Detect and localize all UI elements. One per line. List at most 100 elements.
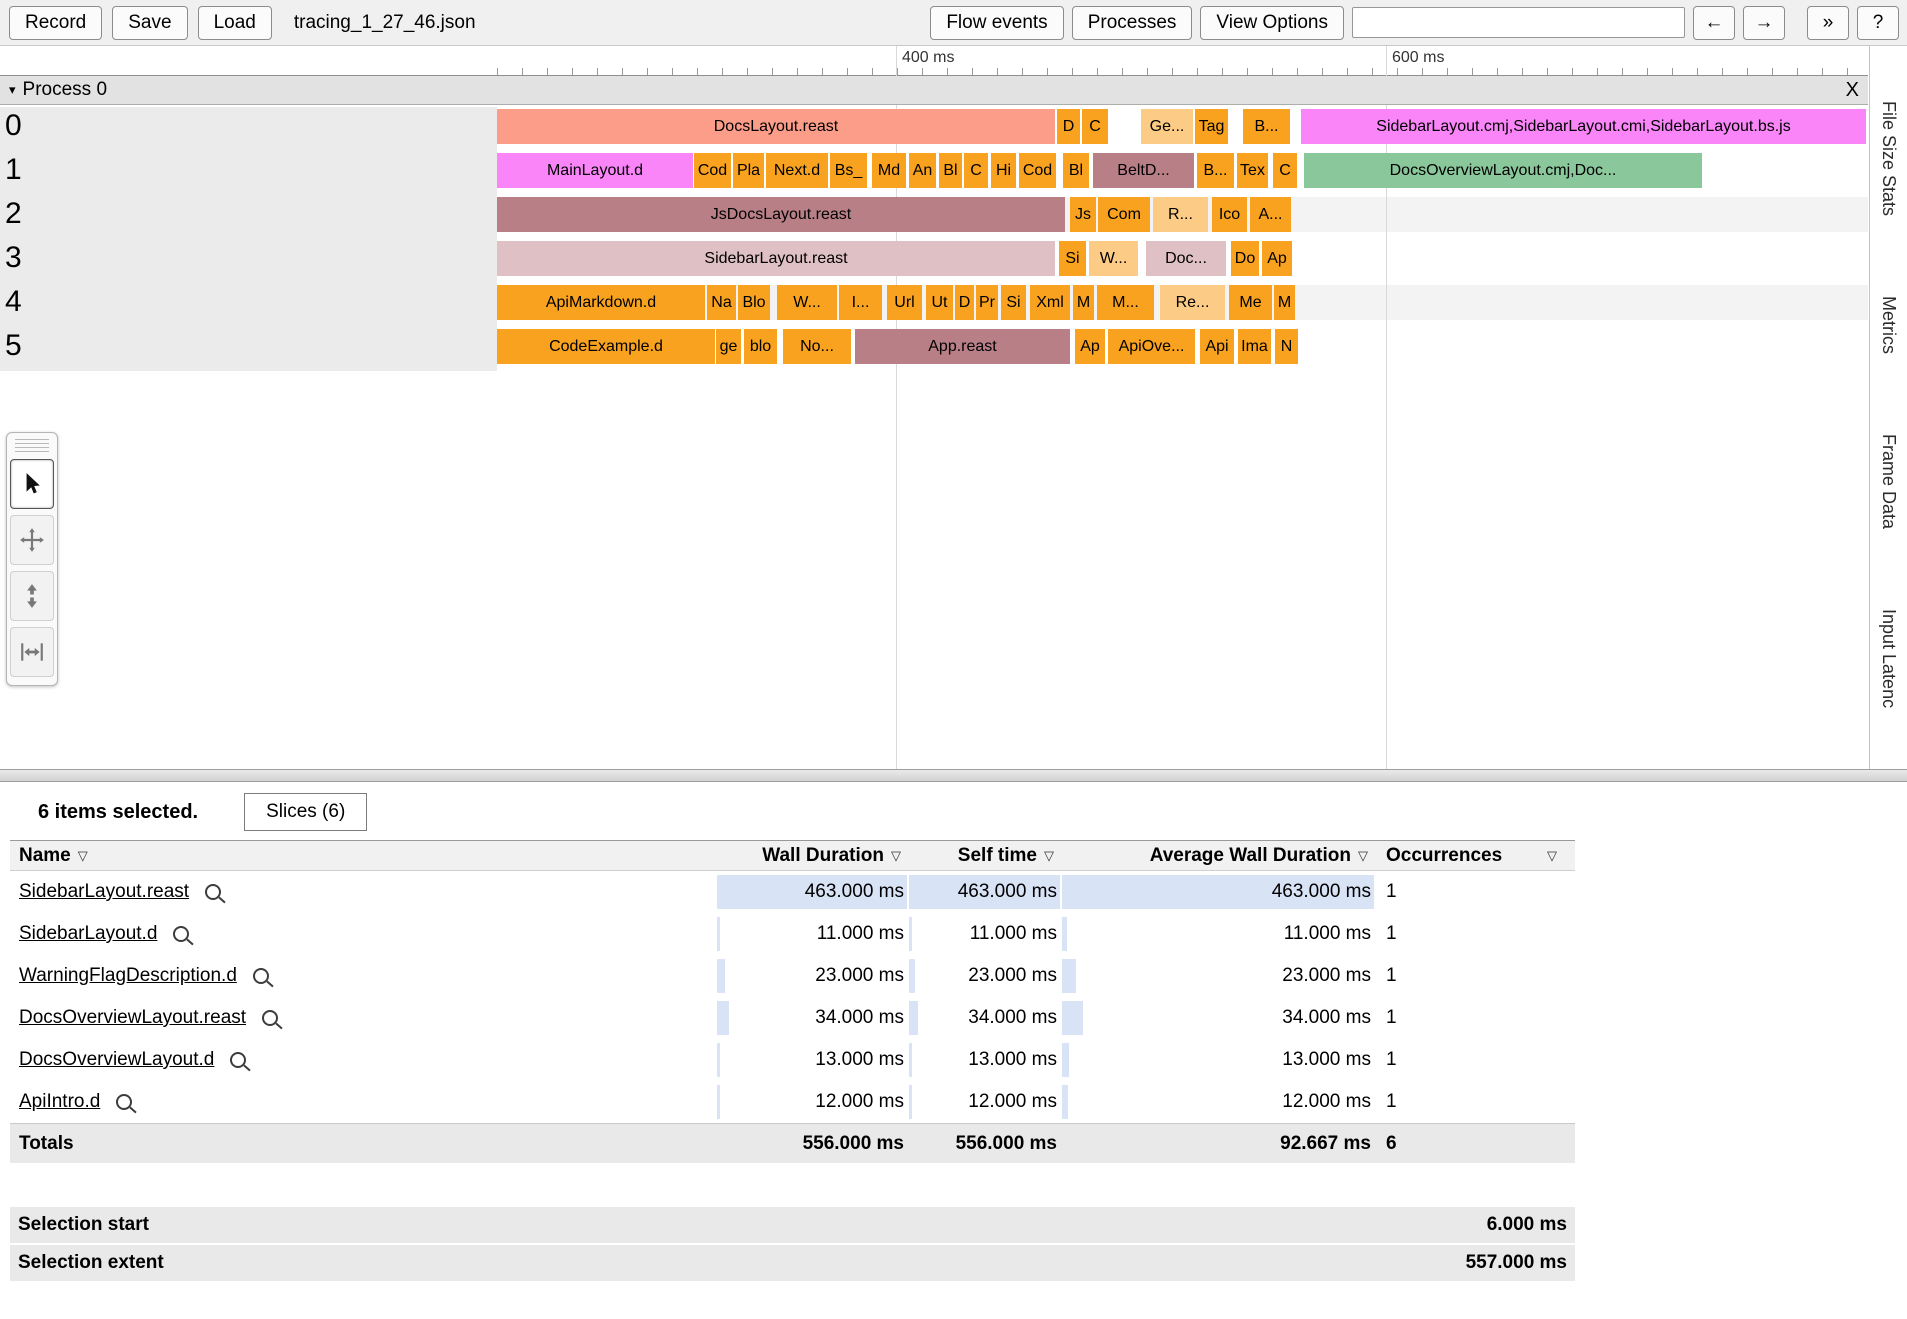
slice-name-link[interactable]: ApiIntro.d <box>19 1091 100 1113</box>
more-chevrons-button[interactable]: » <box>1807 6 1849 40</box>
slice-name-link[interactable]: SidebarLayout.reast <box>19 881 189 903</box>
slice-name-link[interactable]: DocsOverviewLayout.d <box>19 1049 214 1071</box>
column-header-name[interactable]: Name ▽ <box>10 845 715 867</box>
flame-slice[interactable]: Bs_ <box>830 153 867 188</box>
flame-slice[interactable]: I... <box>839 285 882 320</box>
flame-slice[interactable]: Tag <box>1195 109 1228 144</box>
find-previous-button[interactable]: ← <box>1693 6 1735 40</box>
flame-slice[interactable]: N <box>1275 329 1298 364</box>
flame-slice[interactable]: Me <box>1229 285 1272 320</box>
flame-slice[interactable]: Ap <box>1262 241 1292 276</box>
column-header-self-time[interactable]: Self time ▽ <box>907 845 1060 867</box>
slice-table-row[interactable]: SidebarLayout.d11.000 ms11.000 ms11.000 … <box>10 913 1575 955</box>
slice-table-row[interactable]: WarningFlagDescription.d23.000 ms23.000 … <box>10 955 1575 997</box>
flame-slice[interactable]: Re... <box>1160 285 1225 320</box>
flame-slice[interactable]: C <box>964 153 988 188</box>
view-options-button[interactable]: View Options <box>1200 6 1344 40</box>
palette-drag-grip[interactable] <box>15 439 49 453</box>
flame-slice[interactable]: M <box>1274 285 1295 320</box>
magnifier-icon[interactable] <box>262 1010 278 1026</box>
flame-slice[interactable]: Pr <box>976 285 998 320</box>
column-header-occurrences[interactable]: Occurrences ▽ <box>1374 845 1575 867</box>
timing-tool-button[interactable] <box>10 627 54 677</box>
flame-slice[interactable]: A... <box>1250 197 1291 232</box>
flame-slice[interactable]: ApiMarkdown.d <box>497 285 705 320</box>
flame-slice[interactable]: BeltD... <box>1093 153 1194 188</box>
find-next-button[interactable]: → <box>1743 6 1785 40</box>
flame-slice[interactable]: ge <box>716 329 741 364</box>
flame-slice[interactable]: Hi <box>991 153 1016 188</box>
pan-tool-button[interactable] <box>10 515 54 565</box>
magnifier-icon[interactable] <box>173 926 189 942</box>
flame-slice[interactable]: M... <box>1097 285 1154 320</box>
right-tab-frame-data[interactable]: Frame Data <box>1878 434 1899 529</box>
flame-slice[interactable]: Next.d <box>766 153 828 188</box>
flame-slice[interactable]: B... <box>1197 153 1234 188</box>
load-button[interactable]: Load <box>198 6 272 40</box>
flame-slice[interactable]: C <box>1273 153 1297 188</box>
flame-slice[interactable]: Ico <box>1212 197 1247 232</box>
flame-slice[interactable]: D <box>955 285 974 320</box>
flame-slice[interactable]: JsDocsLayout.reast <box>497 197 1065 232</box>
flame-slice[interactable]: Na <box>707 285 736 320</box>
flame-slice[interactable]: Com <box>1098 197 1150 232</box>
flame-slice[interactable]: R... <box>1153 197 1208 232</box>
slice-name-link[interactable]: WarningFlagDescription.d <box>19 965 237 987</box>
flame-slice[interactable]: Do <box>1231 241 1259 276</box>
selection-tool-button[interactable] <box>10 459 54 509</box>
flame-slice[interactable]: Bl <box>1063 153 1089 188</box>
flame-slice[interactable]: Si <box>1059 241 1086 276</box>
slice-table-row[interactable]: DocsOverviewLayout.d13.000 ms13.000 ms13… <box>10 1039 1575 1081</box>
flame-slice[interactable]: Md <box>872 153 906 188</box>
right-tab-metrics[interactable]: Metrics <box>1878 296 1899 354</box>
process-close-button[interactable]: X <box>1846 79 1859 102</box>
tab-slices[interactable]: Slices (6) <box>244 793 367 831</box>
flow-events-button[interactable]: Flow events <box>930 6 1063 40</box>
flame-slice[interactable]: Ut <box>926 285 953 320</box>
flame-slice[interactable]: Cod <box>1019 153 1056 188</box>
flame-slice[interactable]: Doc... <box>1146 241 1226 276</box>
flame-slice[interactable]: W... <box>1089 241 1138 276</box>
processes-button[interactable]: Processes <box>1072 6 1193 40</box>
slice-table-row[interactable]: ApiIntro.d12.000 ms12.000 ms12.000 ms1 <box>10 1081 1575 1123</box>
disclosure-triangle-icon[interactable]: ▾ <box>9 82 16 98</box>
search-input[interactable] <box>1352 7 1685 38</box>
flame-slice[interactable]: Js <box>1070 197 1096 232</box>
flame-slice[interactable]: Blo <box>738 285 770 320</box>
flame-slice[interactable]: Url <box>887 285 922 320</box>
flame-slice[interactable]: Ge... <box>1141 109 1193 144</box>
right-tab-input-latenc[interactable]: Input Latenc <box>1878 609 1899 708</box>
flame-slice[interactable]: C <box>1082 109 1108 144</box>
column-header-wall-duration[interactable]: Wall Duration ▽ <box>715 845 907 867</box>
flame-slice[interactable]: MainLayout.d <box>497 153 693 188</box>
process-header[interactable]: ▾ Process 0 X <box>0 76 1868 105</box>
flame-slice[interactable]: App.reast <box>855 329 1070 364</box>
slice-table-row[interactable]: DocsOverviewLayout.reast34.000 ms34.000 … <box>10 997 1575 1039</box>
flame-slice[interactable]: Cod <box>694 153 731 188</box>
flame-slice[interactable]: Si <box>1001 285 1026 320</box>
flame-slice[interactable]: Api <box>1200 329 1234 364</box>
flame-slice[interactable]: DocsOverviewLayout.cmj,Doc... <box>1304 153 1702 188</box>
flame-slice[interactable]: DocsLayout.reast <box>497 109 1055 144</box>
flame-slice[interactable]: Pla <box>733 153 764 188</box>
flame-slice[interactable]: Ima <box>1238 329 1271 364</box>
flame-slice[interactable]: W... <box>777 285 837 320</box>
flame-slice[interactable]: blo <box>744 329 777 364</box>
vertical-zoom-tool-button[interactable] <box>10 571 54 621</box>
flame-slice[interactable]: Tex <box>1237 153 1268 188</box>
flame-slice[interactable]: Xml <box>1030 285 1070 320</box>
magnifier-icon[interactable] <box>205 884 221 900</box>
panel-splitter[interactable] <box>0 769 1907 782</box>
flame-slice[interactable]: CodeExample.d <box>497 329 715 364</box>
flame-slice[interactable]: ApiOve... <box>1108 329 1195 364</box>
flame-slice[interactable]: SidebarLayout.cmj,SidebarLayout.cmi,Side… <box>1301 109 1866 144</box>
slice-table-row[interactable]: SidebarLayout.reast463.000 ms463.000 ms4… <box>10 871 1575 913</box>
flame-slice[interactable]: Ap <box>1075 329 1105 364</box>
right-tab-file-size-stats[interactable]: File Size Stats <box>1878 101 1899 216</box>
flame-slice[interactable]: No... <box>783 329 851 364</box>
slice-name-link[interactable]: DocsOverviewLayout.reast <box>19 1007 246 1029</box>
flame-slice[interactable]: B... <box>1243 109 1290 144</box>
flame-slice[interactable]: An <box>909 153 936 188</box>
magnifier-icon[interactable] <box>116 1094 132 1110</box>
record-button[interactable]: Record <box>9 6 102 40</box>
